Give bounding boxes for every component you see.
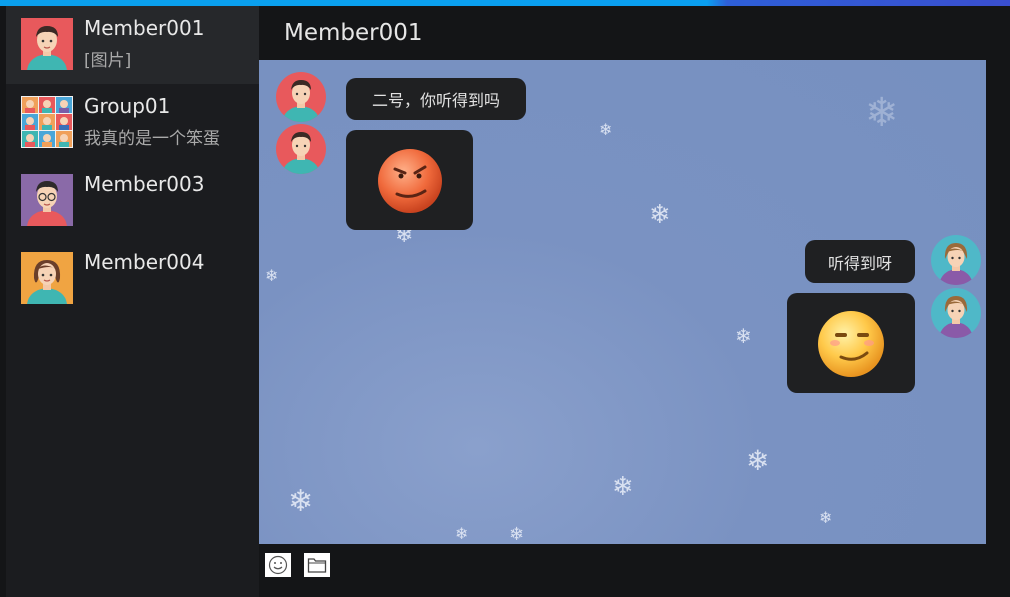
sender-avatar xyxy=(276,124,326,174)
message-bubble-received-image[interactable] xyxy=(346,130,473,230)
avatar xyxy=(21,252,73,304)
grimacing-orange-emoji-icon xyxy=(377,149,442,213)
smirking-yellow-emoji-icon xyxy=(818,311,884,377)
snowflake-decoration: ❄ xyxy=(265,266,279,285)
own-avatar xyxy=(931,235,981,285)
emoji-button[interactable] xyxy=(265,553,291,577)
conversation-name: Member004 xyxy=(84,250,205,274)
conversation-item-member004[interactable]: Member004 xyxy=(6,240,259,318)
composer-toolbar xyxy=(259,544,1004,597)
conversation-name: Member003 xyxy=(84,172,205,196)
snowflake-decoration: ❄ xyxy=(509,524,525,544)
snowflake-decoration: ❄ xyxy=(288,484,314,519)
snowflake-decoration: ❄ xyxy=(746,444,770,477)
snowflake-decoration: ❄ xyxy=(649,200,671,230)
file-button[interactable] xyxy=(304,553,330,577)
emoji-icon xyxy=(268,555,288,575)
chat-panel: Member001 ❄ ❄ ❄ ❄ ❄ ❄ ❄ ❄ ❄ ❄ ❄ ❄ 二号，你听得… xyxy=(259,6,1004,597)
chat-title: Member001 xyxy=(284,20,423,46)
chat-app: Member001 [图片] Group01 我真的是一个笨蛋 Member00… xyxy=(6,6,1004,597)
sender-avatar xyxy=(276,72,326,122)
snowflake-decoration: ❄ xyxy=(865,90,899,136)
message-text: 听得到呀 xyxy=(827,253,892,273)
message-bubble-sent[interactable]: 听得到呀 xyxy=(805,240,915,283)
snowflake-decoration: ❄ xyxy=(819,508,833,527)
conversation-name: Group01 xyxy=(84,94,171,118)
own-avatar xyxy=(931,288,981,338)
conversation-list: Member001 [图片] Group01 我真的是一个笨蛋 Member00… xyxy=(6,6,259,597)
snowflake-decoration: ❄ xyxy=(599,120,613,139)
avatar xyxy=(21,174,73,226)
conversation-preview: 我真的是一个笨蛋 xyxy=(84,129,220,149)
snowflake-decoration: ❄ xyxy=(612,472,634,502)
message-bubble-received[interactable]: 二号，你听得到吗 xyxy=(346,78,526,120)
snowflake-decoration: ❄ xyxy=(735,324,752,348)
message-bubble-sent-image[interactable] xyxy=(787,293,915,393)
message-scrollbar[interactable] xyxy=(986,60,1004,544)
conversation-item-group01[interactable]: Group01 我真的是一个笨蛋 xyxy=(6,84,259,162)
group-avatar xyxy=(21,96,73,148)
conversation-item-member003[interactable]: Member003 xyxy=(6,162,259,240)
message-text: 二号，你听得到吗 xyxy=(371,91,500,110)
avatar xyxy=(21,18,73,70)
conversation-item-member001[interactable]: Member001 [图片] xyxy=(6,6,259,84)
conversation-name: Member001 xyxy=(84,16,205,40)
folder-icon xyxy=(307,558,327,573)
conversation-preview: [图片] xyxy=(84,51,132,71)
chat-header: Member001 xyxy=(259,6,1004,60)
message-area[interactable]: ❄ ❄ ❄ ❄ ❄ ❄ ❄ ❄ ❄ ❄ ❄ ❄ 二号，你听得到吗 听得到呀 xyxy=(259,60,986,544)
snowflake-decoration: ❄ xyxy=(455,524,469,543)
